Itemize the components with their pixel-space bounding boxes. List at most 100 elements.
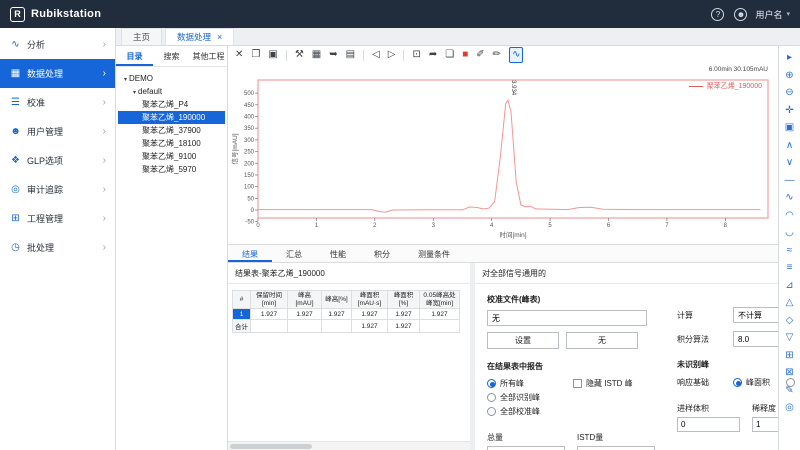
sidebar-item-analysis[interactable]: ∿分析› <box>0 30 115 59</box>
set-button[interactable]: 设置 <box>487 332 559 349</box>
arc-down-icon[interactable]: ◡ <box>785 225 794 243</box>
field-label: 进样体积 <box>677 403 740 414</box>
field-input[interactable]: 0… <box>577 446 655 450</box>
sidebar-item-calibration[interactable]: ☰校准› <box>0 88 115 117</box>
sidebar-item-project-management[interactable]: ⊞工程管理› <box>0 204 115 233</box>
tree-item[interactable]: ▾DEMO <box>118 72 225 85</box>
previous-signal-icon[interactable]: ◁ <box>372 48 380 62</box>
record-stop-icon[interactable]: ■ <box>462 48 468 62</box>
tree-item[interactable]: 聚苯乙烯_P4 <box>118 98 225 111</box>
table-cell: 1.927 <box>352 320 388 333</box>
next-signal-icon[interactable]: ▷ <box>388 48 396 62</box>
help-icon[interactable]: ? <box>711 8 724 21</box>
radio-icon[interactable] <box>487 407 496 416</box>
arc-up-icon[interactable]: ◠ <box>785 208 794 226</box>
sidebar-item-user-management[interactable]: ☻用户管理› <box>0 117 115 146</box>
horizontal-scrollbar[interactable] <box>228 441 470 450</box>
result-tab-measurement-conditions[interactable]: 测量条件 <box>404 245 464 262</box>
column-header: 峰面积 [mAU·s] <box>352 291 388 309</box>
zoom-out-icon[interactable]: ⊖ <box>785 85 793 103</box>
save-icon[interactable]: ▣ <box>268 48 277 62</box>
report-option[interactable]: 所有峰 <box>487 377 573 390</box>
peak-end-icon[interactable]: ∨ <box>786 155 793 173</box>
triangle-up-icon[interactable]: △ <box>786 295 794 313</box>
annotate-left-icon[interactable]: ✐ <box>476 48 484 62</box>
y-tick-label: 50 <box>247 196 254 202</box>
radio-icon[interactable] <box>487 379 496 388</box>
table-icon[interactable]: ▦ <box>312 48 321 62</box>
result-tab-summary[interactable]: 汇总 <box>272 245 316 262</box>
result-tab-integration[interactable]: 积分 <box>360 245 404 262</box>
baseline-icon[interactable]: — <box>785 173 795 191</box>
radio-icon[interactable] <box>487 393 496 402</box>
avatar-icon[interactable]: ☻ <box>734 8 747 21</box>
toolbar-divider <box>403 50 404 61</box>
tree-item[interactable]: 聚苯乙烯_9100 <box>118 150 225 163</box>
sidebar-item-data-processing[interactable]: ▦数据处理› <box>0 59 115 88</box>
document-icon[interactable]: ❏ <box>445 48 454 62</box>
radio-icon[interactable] <box>786 378 795 387</box>
sidebar-item-audit-trail[interactable]: ◎审计追踪› <box>0 175 115 204</box>
table-row[interactable]: 11.9271.9271.9271.9271.9271.927 <box>233 309 460 320</box>
peak-start-icon[interactable]: ∧ <box>786 138 793 156</box>
field-input[interactable]: 0 <box>487 446 565 450</box>
table-row[interactable]: 合计1.9271.927 <box>233 320 460 333</box>
chart-view-icon[interactable]: ∿ <box>509 47 523 63</box>
radio-icon[interactable] <box>733 378 742 387</box>
tree-item[interactable]: 聚苯乙烯_190000 <box>118 111 225 124</box>
option-label: 隐藏 ISTD 峰 <box>586 378 633 389</box>
report-option[interactable]: 全部校准峰 <box>487 405 573 418</box>
tree-item[interactable]: 聚苯乙烯_5970 <box>118 163 225 176</box>
chart-toolbar: ✕ ❐ ▣ ⚒ ▦ ➥ ▤ ◁ ▷ ⊡ ➦ ❏ ■ ✐ ✏ ∿ <box>228 46 778 64</box>
tree-item[interactable]: 聚苯乙烯_37900 <box>118 124 225 137</box>
report-option[interactable]: 隐藏 ISTD 峰 <box>573 377 655 390</box>
copy-icon[interactable]: ❐ <box>251 48 260 62</box>
username[interactable]: 用户名 <box>755 8 782 21</box>
tree-item-label: 聚苯乙烯_9100 <box>142 152 196 161</box>
signal-icon[interactable]: ∿ <box>785 190 793 208</box>
tab-home[interactable]: 主页 <box>121 28 162 45</box>
levels-icon[interactable]: ≡ <box>787 260 793 278</box>
tree-item-label: 聚苯乙烯_37900 <box>142 126 201 135</box>
slope-icon[interactable]: ⊿ <box>785 278 793 296</box>
checkbox-icon[interactable] <box>573 379 582 388</box>
tree-item[interactable]: 聚苯乙烯_18100 <box>118 137 225 150</box>
marker-icon[interactable]: ◎ <box>785 400 794 418</box>
tab-data-processing[interactable]: 数据处理× <box>165 28 234 45</box>
close-icon[interactable]: ✕ <box>235 48 243 62</box>
response-option[interactable]: 峰面积 <box>733 376 770 389</box>
annotate-right-icon[interactable]: ✏ <box>493 48 501 62</box>
report-option[interactable]: 全部识别峰 <box>487 391 573 404</box>
pan-icon[interactable]: ✛ <box>785 103 793 121</box>
calibration-file-input[interactable]: 无 <box>487 310 647 326</box>
explorer-tab-search[interactable]: 搜索 <box>153 46 190 66</box>
export-file-icon[interactable]: ➥ <box>329 48 337 62</box>
triangle-down-icon[interactable]: ▽ <box>786 330 794 348</box>
fit-icon[interactable]: ▣ <box>785 120 794 138</box>
print-icon[interactable]: ▤ <box>346 48 355 62</box>
close-icon[interactable]: × <box>217 29 222 45</box>
overlay-icon[interactable]: ⊡ <box>412 48 420 62</box>
caret-down-icon[interactable]: ▾ <box>133 90 136 96</box>
tree-item[interactable]: ▾default <box>118 85 225 98</box>
zoom-in-icon[interactable]: ⊕ <box>785 68 793 86</box>
explorer-tab-other-projects[interactable]: 其他工程 <box>190 46 227 66</box>
sidebar-item-batch-processing[interactable]: ◷批处理› <box>0 233 115 262</box>
explorer-tab-directory[interactable]: 目录 <box>116 46 153 66</box>
scrollbar-thumb[interactable] <box>230 444 312 449</box>
sidebar-item-glp-options[interactable]: ❖GLP选项› <box>0 146 115 175</box>
grid-add-icon[interactable]: ⊞ <box>785 348 793 366</box>
diamond-icon[interactable]: ◇ <box>786 313 794 331</box>
result-tab-results[interactable]: 结果 <box>228 245 272 262</box>
caret-down-icon[interactable]: ▾ <box>124 77 127 83</box>
tools-icon[interactable]: ⚒ <box>295 48 304 62</box>
share-icon[interactable]: ➦ <box>429 48 437 62</box>
file-explorer: 目录搜索其他工程 ▾DEMO▾default聚苯乙烯_P4聚苯乙烯_190000… <box>116 46 228 450</box>
none-button[interactable]: 无 <box>566 332 638 349</box>
field-input[interactable]: 0 <box>677 417 740 432</box>
waves-icon[interactable]: ≈ <box>787 243 793 261</box>
chromatogram-plot[interactable]: 012345678-500501001502002503003504004505… <box>230 76 774 240</box>
chevron-down-icon[interactable]: ▾ <box>786 10 790 18</box>
pointer-icon[interactable]: ▸ <box>787 50 792 68</box>
result-tab-performance[interactable]: 性能 <box>316 245 360 262</box>
